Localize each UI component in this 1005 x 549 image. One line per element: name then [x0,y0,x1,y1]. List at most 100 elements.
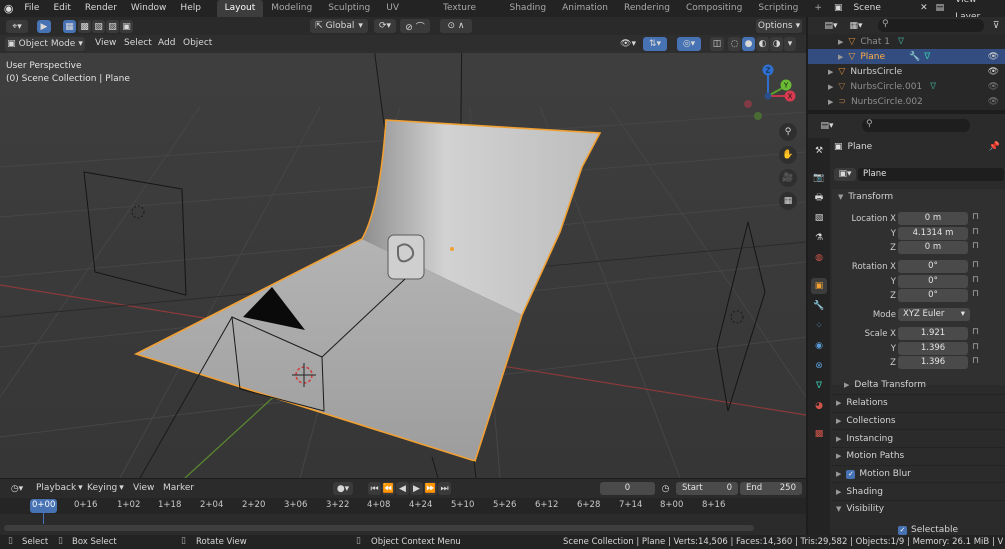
location-x-field[interactable]: 0 m [898,212,968,225]
tab-texture-paint[interactable]: Texture Paint [435,0,501,30]
menu-render[interactable]: Render [78,0,124,17]
outliner-search-input[interactable]: ⚲ [878,19,984,32]
filter-icon[interactable]: ⊽ [988,19,1004,32]
lock-scale-y-icon[interactable]: ⊓ [972,342,979,352]
relations-section[interactable]: ▶ Relations [832,394,1005,412]
modifier-tab-icon[interactable]: 🔧 [811,298,827,314]
xray-toggle-icon[interactable]: ◫ [710,37,724,51]
rotation-y-field[interactable]: 0° [898,275,968,288]
visibility-eye-icon[interactable]: 👁 [988,52,999,62]
expand-arrow-icon[interactable]: ▶ [838,53,843,61]
scale-y-field[interactable]: 1.396 [898,342,968,355]
rotation-z-field[interactable]: 0° [898,289,968,302]
lock-scale-z-icon[interactable]: ⊓ [972,356,979,366]
data-tab-icon[interactable]: ∇ [811,378,827,394]
lock-scale-x-icon[interactable]: ⊓ [972,327,979,337]
overlays-toggle-icon[interactable]: ◎▾ [677,37,701,51]
scale-x-field[interactable]: 1.921 [898,327,968,340]
delta-transform-subpanel[interactable]: ▶ Delta Transform [844,380,926,390]
jump-start-icon[interactable]: ⏮ [368,482,381,495]
scene-close-icon[interactable]: ✕ [916,0,932,17]
gizmo-toggle-icon[interactable]: ⇅▾ [643,37,667,51]
scene-name[interactable]: Scene [846,0,916,17]
scene-tab-icon[interactable]: ⚗ [811,230,827,246]
view-layer-selector-icon[interactable]: ▤ [932,0,949,17]
current-frame-field[interactable]: 0 [600,482,655,495]
tab-rendering[interactable]: Rendering [616,0,678,17]
lock-rotation-x-icon[interactable]: ⊓ [972,260,979,270]
rotation-mode-dropdown[interactable]: XYZ Euler ▾ [898,308,970,321]
preview-range-clock-icon[interactable]: ◷ [659,482,672,495]
texture-tab-icon[interactable]: ▩ [811,426,827,442]
play-icon[interactable]: ▶ [410,482,423,495]
zoom-icon[interactable]: ⚲ [779,123,797,141]
timeline-ruler[interactable]: 0+00 0+16 1+02 1+18 2+04 2+20 3+06 3+22 … [0,498,806,524]
pivot-point-icon[interactable]: ⟳▾ [374,19,396,33]
jump-end-icon[interactable]: ⏭ [438,482,451,495]
shading-options-icon[interactable]: ▾ [784,37,796,51]
lock-location-x-icon[interactable]: ⊓ [972,212,979,222]
timeline-scrollbar[interactable] [4,525,754,531]
outliner-item-plane[interactable]: ▶ ▽ Plane 🔧 ∇ 👁 [808,49,1005,64]
menu-select[interactable]: Select [124,38,152,48]
object-datablock-icon[interactable]: ▣▾ [834,167,856,181]
lock-rotation-z-icon[interactable]: ⊓ [972,289,979,299]
shading-rendered-icon[interactable]: ◑ [770,37,783,51]
visibility-eye-icon[interactable]: 👁 [988,82,999,92]
shading-material-icon[interactable]: ◐ [756,37,769,51]
menu-file[interactable]: File [17,0,46,17]
motion-paths-section[interactable]: ▶ Motion Paths [832,447,1005,465]
timeline-editor-type-icon[interactable]: ◷▾ [6,482,28,495]
outliner-item-chat-1[interactable]: ▶ ▽ Chat 1 ∇ [808,34,1005,49]
outliner-item-nurbscircle-001[interactable]: ▶ ▽ NurbsCircle.001 ∇ 👁 [808,79,1005,94]
select-subtract-icon[interactable]: ▧ [92,20,105,33]
constraints-tab-icon[interactable]: ⊗ [811,358,827,374]
outliner-editor-type-icon[interactable]: ▤▾ [820,19,842,32]
blender-logo-icon[interactable]: ◉ [0,2,17,15]
snap-icon[interactable]: ⊘ ⌒ [400,19,430,33]
pan-hand-icon[interactable]: ✋ [779,146,797,164]
object-name-field[interactable]: Plane [858,167,1004,181]
lock-location-y-icon[interactable]: ⊓ [972,227,979,237]
render-tab-icon[interactable]: 📷 [811,170,827,186]
visibility-eye-icon[interactable]: 👁 [988,97,999,107]
physics-tab-icon[interactable]: ◉ [811,338,827,354]
scene-selector-icon[interactable]: ▣ [830,0,847,17]
location-z-field[interactable]: 0 m [898,241,968,254]
motion-blur-checkbox[interactable]: ✓ [846,469,856,479]
3d-viewport[interactable]: ⌖▾ ▶ ▦ ▩ ▧ ▨ ▣ ⇱ Global ▾ ⟳▾ ⊘ ⌒ ⊙ ∧ Opt… [0,17,806,478]
location-y-field[interactable]: 4.1314 m [898,227,968,240]
tab-compositing[interactable]: Compositing [678,0,750,17]
world-tab-icon[interactable]: ◍ [811,250,827,266]
properties-editor-type-icon[interactable]: ▤▾ [816,119,838,132]
pin-icon[interactable]: 📌 [989,142,1000,152]
rotation-x-field[interactable]: 0° [898,260,968,273]
proportional-editing-icon[interactable]: ⊙ ∧ [440,19,472,33]
play-reverse-icon[interactable]: ◀ [396,482,409,495]
view-layer-tab-icon[interactable]: ▧ [811,210,827,226]
particles-tab-icon[interactable]: ⁘ [811,318,827,334]
menu-edit[interactable]: Edit [46,0,77,17]
tab-sculpting[interactable]: Sculpting [320,0,378,17]
visibility-section[interactable]: ▼ Visibility [832,500,1005,518]
output-tab-icon[interactable]: 🖶 [811,190,827,206]
select-extend-icon[interactable]: ▩ [78,20,91,33]
jump-keyframe-back-icon[interactable]: ⏪ [382,482,395,495]
start-frame-field[interactable]: Start 0 [676,482,738,495]
shading-wireframe-icon[interactable]: ◌ [728,37,741,51]
keying-menu[interactable]: Keying ▾ [87,483,124,493]
ortho-grid-icon[interactable]: ▦ [779,192,797,210]
select-invert-icon[interactable]: ▨ [106,20,119,33]
tool-tab-icon[interactable]: ⚒ [811,143,827,159]
tab-uv-editing[interactable]: UV Editing [378,0,435,30]
menu-view[interactable]: View [95,38,116,48]
marker-menu[interactable]: Marker [163,483,194,493]
add-workspace-button[interactable]: + [806,0,830,17]
properties-search-input[interactable]: ⚲ [862,119,970,132]
transform-panel-header[interactable]: ▼ Transform [832,189,1005,204]
outliner-item-nurbscircle[interactable]: ▶ ▽ NurbsCircle 👁 [808,64,1005,79]
selectable-checkbox[interactable]: ✓ [898,525,907,535]
menu-add[interactable]: Add [158,38,175,48]
select-tool-icon[interactable]: ▶ [37,20,51,33]
tab-animation[interactable]: Animation [554,0,616,17]
